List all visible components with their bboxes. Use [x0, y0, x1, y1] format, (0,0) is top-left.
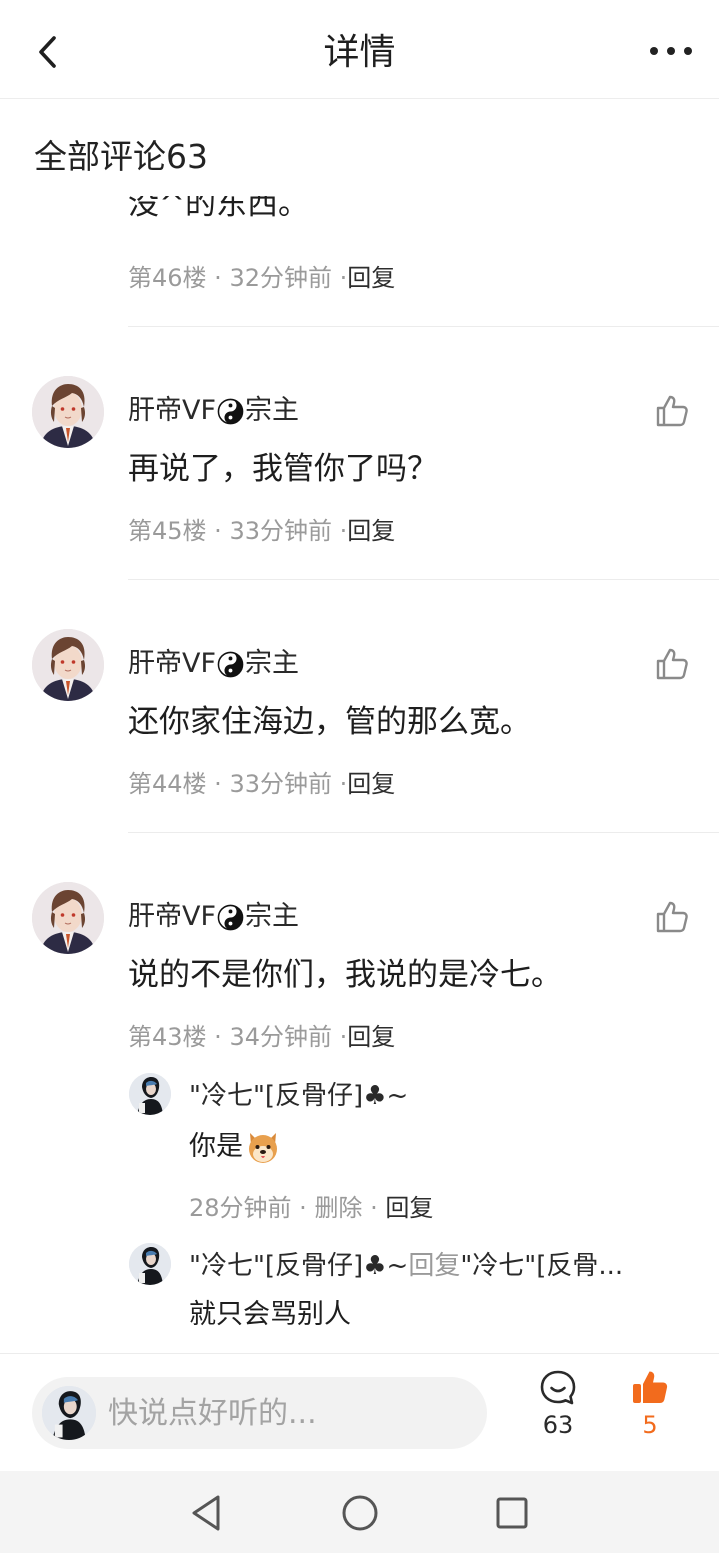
avatar[interactable] [32, 882, 104, 954]
comment-text: 说的不是你们，我说的是冷七。 [128, 957, 562, 993]
like-post-button[interactable]: 5 [615, 1368, 685, 1458]
yin-yang-icon [217, 904, 244, 931]
dog-emoji-icon [249, 1133, 277, 1163]
like-count: 5 [642, 1411, 658, 1439]
reply-author-line: "冷七"[反骨仔]♣~回复"冷七"[反骨... [189, 1248, 689, 1284]
comment-floor: 第45楼 [128, 517, 207, 545]
comment-meta: 第44楼 · 33分钟前 ·回复 [128, 770, 396, 798]
yin-yang-icon [217, 398, 244, 425]
comments-count-heading: 全部评论63 [34, 137, 208, 176]
divider [128, 579, 719, 580]
thumbs-up-icon [654, 393, 690, 429]
reply-link[interactable]: 回复 [385, 1194, 433, 1222]
comment-author[interactable]: 肝帝VF 宗主 [128, 899, 299, 935]
comment-floor: 第44楼 [128, 770, 207, 798]
nav-back-icon [192, 1495, 220, 1531]
comment-text-clipped: 没^的东西。 [128, 196, 309, 222]
reply-avatar[interactable] [129, 1073, 171, 1115]
more-icon [650, 47, 692, 55]
like-button[interactable] [654, 899, 690, 935]
more-button[interactable] [645, 28, 697, 74]
reply-avatar[interactable] [129, 1243, 171, 1285]
like-button[interactable] [654, 646, 690, 682]
reply-link[interactable]: 回复 [347, 517, 395, 545]
nav-recents-icon [496, 1497, 528, 1529]
comment-meta: 第46楼 · 32分钟前 ·回复 [128, 264, 396, 292]
reply-link[interactable]: 回复 [347, 770, 395, 798]
nav-home-icon [342, 1495, 378, 1531]
comment-text: 还你家住海边，管的那么宽。 [128, 704, 531, 740]
comment-icon [540, 1370, 576, 1405]
comment-input-pill[interactable] [32, 1377, 487, 1449]
avatar[interactable] [32, 376, 104, 448]
reply-meta: 28分钟前 · 删除 · 回复 [189, 1194, 434, 1222]
comment-meta: 第43楼 · 34分钟前 ·回复 [128, 1023, 396, 1051]
system-nav-bar [0, 1471, 719, 1553]
reply-author[interactable]: "冷七"[反骨仔]♣~ [189, 1251, 408, 1281]
comment-time: 33分钟前 [229, 770, 332, 798]
thumbs-up-icon [654, 646, 690, 682]
comment-text: 再说了，我管你了吗？ [128, 451, 438, 487]
nav-home-button[interactable] [336, 1489, 384, 1537]
reply-author[interactable]: "冷七"[反骨仔]♣~ [189, 1078, 689, 1114]
comment-author[interactable]: 肝帝VF 宗主 [128, 393, 299, 429]
thumbs-up-icon [654, 899, 690, 935]
avatar[interactable] [32, 629, 104, 701]
reply-target[interactable]: "冷七"[反骨... [460, 1251, 623, 1281]
reply-link[interactable]: 回复 [347, 264, 395, 292]
divider [128, 832, 719, 833]
thumbs-up-filled-icon [633, 1371, 668, 1403]
comment-author[interactable]: 肝帝VF 宗主 [128, 646, 299, 682]
yin-yang-icon [217, 651, 244, 678]
page-title: 详情 [323, 32, 396, 73]
comment-count: 63 [542, 1411, 574, 1439]
comment-composer-bar: 63 5 [0, 1353, 719, 1471]
comment-meta: 第45楼 · 33分钟前 ·回复 [128, 517, 396, 545]
nav-recents-button[interactable] [488, 1489, 536, 1537]
reply-time: 28分钟前 [189, 1194, 292, 1222]
comments-button[interactable]: 63 [523, 1368, 593, 1458]
reply-text: 就只会骂别人 [189, 1299, 351, 1330]
comment-floor: 第46楼 [128, 264, 207, 292]
my-avatar [42, 1386, 96, 1440]
top-bar: 详情 [0, 0, 719, 99]
comment-time: 32分钟前 [229, 264, 332, 292]
reply-word: 回复 [408, 1251, 461, 1281]
comment-time: 33分钟前 [229, 517, 332, 545]
comment-floor: 第43楼 [128, 1023, 207, 1051]
comment-input[interactable] [108, 1389, 468, 1437]
divider [128, 326, 719, 327]
reply-link[interactable]: 回复 [347, 1023, 395, 1051]
comment-time: 34分钟前 [229, 1023, 332, 1051]
reply-text: 你是 [189, 1127, 281, 1167]
nav-back-button[interactable] [182, 1489, 230, 1537]
like-button[interactable] [654, 393, 690, 429]
delete-link[interactable]: 删除 [314, 1194, 362, 1222]
